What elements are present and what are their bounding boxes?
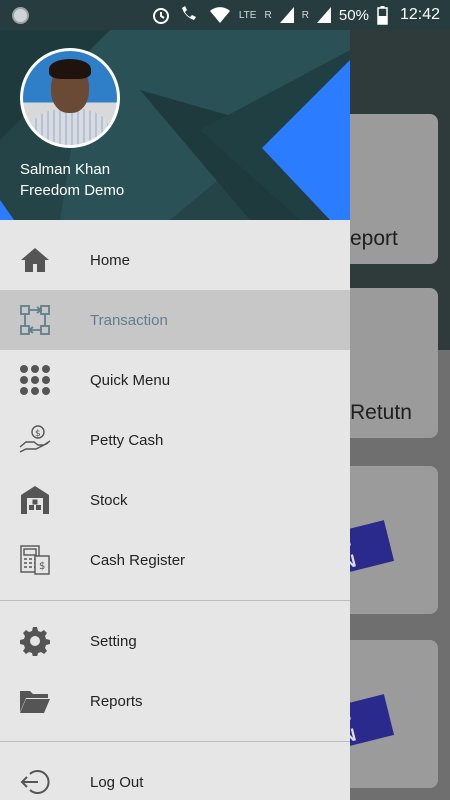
menu-label: Petty Cash (90, 431, 164, 449)
menu-label: Cash Register (90, 551, 186, 569)
menu-item-home[interactable]: Home (0, 230, 350, 290)
card-label: eport (350, 227, 398, 250)
user-name: Salman Khan (20, 161, 111, 178)
gear-icon (18, 624, 52, 658)
menu-item-transaction[interactable]: Transaction (0, 290, 350, 350)
clock: 12:42 (399, 6, 440, 23)
menu-item-stock[interactable]: Stock (0, 470, 350, 530)
menu-divider (0, 600, 350, 601)
alarm-icon (152, 8, 169, 24)
cash-register-icon: $ (18, 543, 52, 577)
menu-item-quick-menu[interactable]: Quick Menu (0, 350, 350, 410)
battery-charging-icon (377, 5, 388, 25)
menu-divider-2 (0, 741, 350, 742)
menu-label: Home (90, 251, 131, 269)
company-name: Freedom Demo (20, 182, 125, 199)
signal-icon (279, 7, 294, 23)
menu-label: Quick Menu (90, 371, 171, 389)
battery-percent: 50% (338, 6, 369, 24)
menu-item-setting[interactable]: Setting (0, 611, 350, 671)
navigation-drawer: Salman Khan Freedom Demo Home Transactio… (0, 30, 350, 800)
menu-item-petty-cash[interactable]: $ Petty Cash (0, 410, 350, 470)
volte-call-icon (181, 6, 196, 20)
menu-label: Setting (90, 632, 137, 650)
avatar[interactable] (20, 48, 120, 148)
folder-icon (18, 684, 52, 718)
card-label: Retutn (350, 401, 412, 424)
cash-hand-icon: $ (18, 423, 52, 457)
warehouse-icon (18, 483, 52, 517)
home-icon (18, 243, 52, 277)
signal-icon-2 (316, 7, 331, 23)
menu-label: Stock (90, 491, 128, 509)
menu-item-cash-register[interactable]: $ Cash Register (0, 530, 350, 590)
transaction-icon (18, 303, 52, 337)
menu-label: Transaction (90, 311, 168, 329)
svg-text:$: $ (35, 429, 41, 439)
drawer-header: Salman Khan Freedom Demo (0, 30, 350, 220)
roaming-indicator-2: R (301, 9, 309, 21)
roaming-indicator: R (264, 9, 272, 21)
grid-dots-icon (18, 363, 52, 397)
network-label: LTE (238, 9, 257, 21)
svg-text:$: $ (39, 561, 45, 572)
status-bar: LTE R R 50% 12:42 (0, 0, 450, 30)
menu-item-reports[interactable]: Reports (0, 671, 350, 731)
menu-item-log-out[interactable]: Log Out (0, 752, 350, 800)
logout-icon (18, 765, 52, 799)
notification-icon (12, 7, 29, 24)
wifi-icon (209, 7, 230, 23)
menu-label: Log Out (90, 773, 144, 791)
menu-label: Reports (90, 692, 143, 710)
